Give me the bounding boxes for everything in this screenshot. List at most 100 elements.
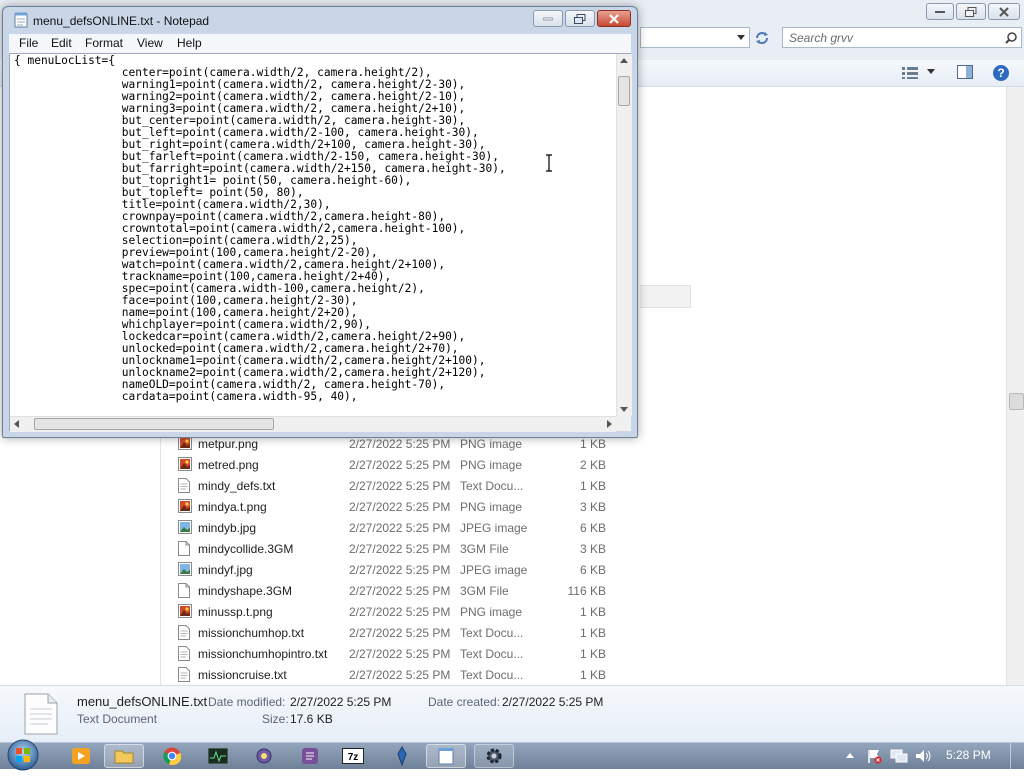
file-date: 2/27/2022 5:25 PM bbox=[349, 563, 451, 577]
notepad-restore-button[interactable] bbox=[565, 10, 595, 27]
file-type: Text Docu... bbox=[460, 668, 524, 682]
details-filename: menu_defsONLINE.txt bbox=[77, 694, 208, 709]
restore-icon bbox=[574, 13, 586, 24]
chevron-down-icon[interactable] bbox=[927, 69, 935, 74]
png-file-icon bbox=[178, 457, 192, 472]
show-desktop-button[interactable] bbox=[1010, 743, 1024, 769]
view-options-icon[interactable] bbox=[902, 66, 918, 79]
notepad-horizontal-scrollbar[interactable] bbox=[10, 416, 616, 432]
explorer-scrollbar[interactable] bbox=[1006, 87, 1024, 685]
address-bar[interactable] bbox=[640, 27, 750, 48]
file-size: 3 KB bbox=[579, 542, 606, 556]
file-row[interactable]: missioncruise.txt 2/27/2022 5:25 PM Text… bbox=[170, 664, 1010, 685]
jpeg-file-icon bbox=[178, 562, 192, 577]
action-center-flag-icon[interactable] bbox=[866, 748, 882, 764]
file-type: PNG image bbox=[460, 458, 523, 472]
taskbar-chrome[interactable] bbox=[152, 744, 192, 768]
file-date: 2/27/2022 5:25 PM bbox=[349, 479, 451, 493]
menu-help[interactable]: Help bbox=[177, 36, 202, 50]
file-name: metpur.png bbox=[198, 437, 259, 451]
file-row[interactable]: mindyshape.3GM 2/27/2022 5:25 PM 3GM Fil… bbox=[170, 580, 1010, 601]
file-type: Text Docu... bbox=[460, 479, 524, 493]
scrollbar-thumb[interactable] bbox=[618, 76, 630, 106]
text-file-icon bbox=[178, 667, 192, 682]
system-clock[interactable]: 5:28 PM bbox=[946, 748, 991, 762]
notepad-vertical-scrollbar[interactable] bbox=[616, 54, 632, 416]
taskbar-settings-app[interactable] bbox=[474, 744, 514, 768]
text-file-icon bbox=[178, 625, 192, 640]
file-type: PNG image bbox=[460, 437, 523, 451]
file-date: 2/27/2022 5:25 PM bbox=[349, 605, 451, 619]
taskbar-notes[interactable] bbox=[290, 744, 330, 768]
preview-pane-icon[interactable] bbox=[957, 65, 973, 79]
file-row[interactable]: minussp.t.png 2/27/2022 5:25 PM PNG imag… bbox=[170, 601, 1010, 622]
file-row[interactable]: mindya.t.png 2/27/2022 5:25 PM PNG image… bbox=[170, 496, 1010, 517]
explorer-close-button[interactable] bbox=[988, 3, 1020, 20]
chevron-down-icon bbox=[737, 35, 745, 40]
scroll-down-icon bbox=[620, 407, 628, 412]
taskbar-explorer[interactable] bbox=[104, 744, 144, 768]
document-text[interactable]: { menuLocList={ center=point(camera.widt… bbox=[14, 55, 612, 411]
folder-icon bbox=[114, 750, 134, 764]
menu-format[interactable]: Format bbox=[85, 36, 123, 50]
menu-edit[interactable]: Edit bbox=[51, 36, 72, 50]
start-button[interactable] bbox=[6, 739, 42, 771]
search-placeholder: Search grvv bbox=[789, 31, 854, 45]
text-file-icon bbox=[178, 478, 192, 493]
file-row[interactable]: mindycollide.3GM 2/27/2022 5:25 PM 3GM F… bbox=[170, 538, 1010, 559]
search-input[interactable]: Search grvv bbox=[782, 27, 1022, 48]
volume-icon[interactable] bbox=[914, 748, 932, 764]
file-name: mindyb.jpg bbox=[198, 521, 257, 535]
file-row-highlight bbox=[640, 285, 691, 308]
date-modified-label: Date modified: bbox=[208, 695, 286, 709]
file-size: 2 KB bbox=[579, 458, 606, 472]
notepad-text-area[interactable]: { menuLocList={ center=point(camera.widt… bbox=[9, 53, 632, 432]
file-date: 2/27/2022 5:25 PM bbox=[349, 584, 451, 598]
taskbar-app-gear[interactable] bbox=[244, 744, 284, 768]
file-row[interactable]: mindy_defs.txt 2/27/2022 5:25 PM Text Do… bbox=[170, 475, 1010, 496]
file-date: 2/27/2022 5:25 PM bbox=[349, 626, 451, 640]
png-file-icon bbox=[178, 604, 192, 619]
size-label: Size: bbox=[262, 712, 289, 726]
file-row[interactable]: metred.png 2/27/2022 5:25 PM PNG image 2… bbox=[170, 454, 1010, 475]
notepad-minimize-button[interactable] bbox=[533, 10, 563, 27]
taskbar-7zip[interactable]: 7z bbox=[333, 744, 373, 768]
explorer-restore-button[interactable] bbox=[956, 3, 986, 20]
menu-file[interactable]: File bbox=[19, 36, 38, 50]
scrollbar-thumb[interactable] bbox=[34, 418, 274, 430]
png-file-icon bbox=[178, 436, 192, 451]
scrollbar-corner bbox=[616, 416, 631, 431]
notepad-close-button[interactable] bbox=[597, 10, 631, 27]
gear-app-icon bbox=[256, 748, 272, 764]
file-size: 1 KB bbox=[579, 479, 606, 493]
taskbar-media-player[interactable] bbox=[61, 744, 101, 768]
menu-view[interactable]: View bbox=[137, 36, 163, 50]
file-row[interactable]: missionchumhopintro.txt 2/27/2022 5:25 P… bbox=[170, 643, 1010, 664]
taskbar-activity-monitor[interactable] bbox=[198, 744, 238, 768]
show-hidden-icons-icon[interactable] bbox=[846, 753, 854, 758]
file-date: 2/27/2022 5:25 PM bbox=[349, 458, 451, 472]
explorer-minimize-button[interactable] bbox=[926, 3, 954, 20]
file-row[interactable]: missionchumhop.txt 2/27/2022 5:25 PM Tex… bbox=[170, 622, 1010, 643]
monitor-graph-icon bbox=[208, 748, 228, 764]
file-size: 6 KB bbox=[579, 521, 606, 535]
file-name: missionchumhop.txt bbox=[198, 626, 305, 640]
pen-icon bbox=[397, 746, 407, 766]
scrollbar-thumb[interactable] bbox=[1009, 393, 1024, 410]
file-date: 2/27/2022 5:25 PM bbox=[349, 437, 451, 451]
help-icon[interactable]: ? bbox=[992, 64, 1010, 82]
taskbar-notepad[interactable] bbox=[426, 744, 466, 768]
close-icon bbox=[609, 13, 619, 24]
scroll-up-icon bbox=[620, 58, 628, 63]
network-icon[interactable] bbox=[890, 748, 908, 764]
refresh-icon[interactable] bbox=[754, 30, 770, 46]
taskbar-pen-tool[interactable] bbox=[382, 744, 422, 768]
file-type: Text Docu... bbox=[460, 626, 524, 640]
file-date: 2/27/2022 5:25 PM bbox=[349, 521, 451, 535]
file-date: 2/27/2022 5:25 PM bbox=[349, 542, 451, 556]
media-player-icon bbox=[72, 748, 90, 764]
file-row[interactable]: mindyf.jpg 2/27/2022 5:25 PM JPEG image … bbox=[170, 559, 1010, 580]
date-created-value: 2/27/2022 5:25 PM bbox=[502, 695, 604, 709]
file-type: PNG image bbox=[460, 605, 523, 619]
file-row[interactable]: mindyb.jpg 2/27/2022 5:25 PM JPEG image … bbox=[170, 517, 1010, 538]
